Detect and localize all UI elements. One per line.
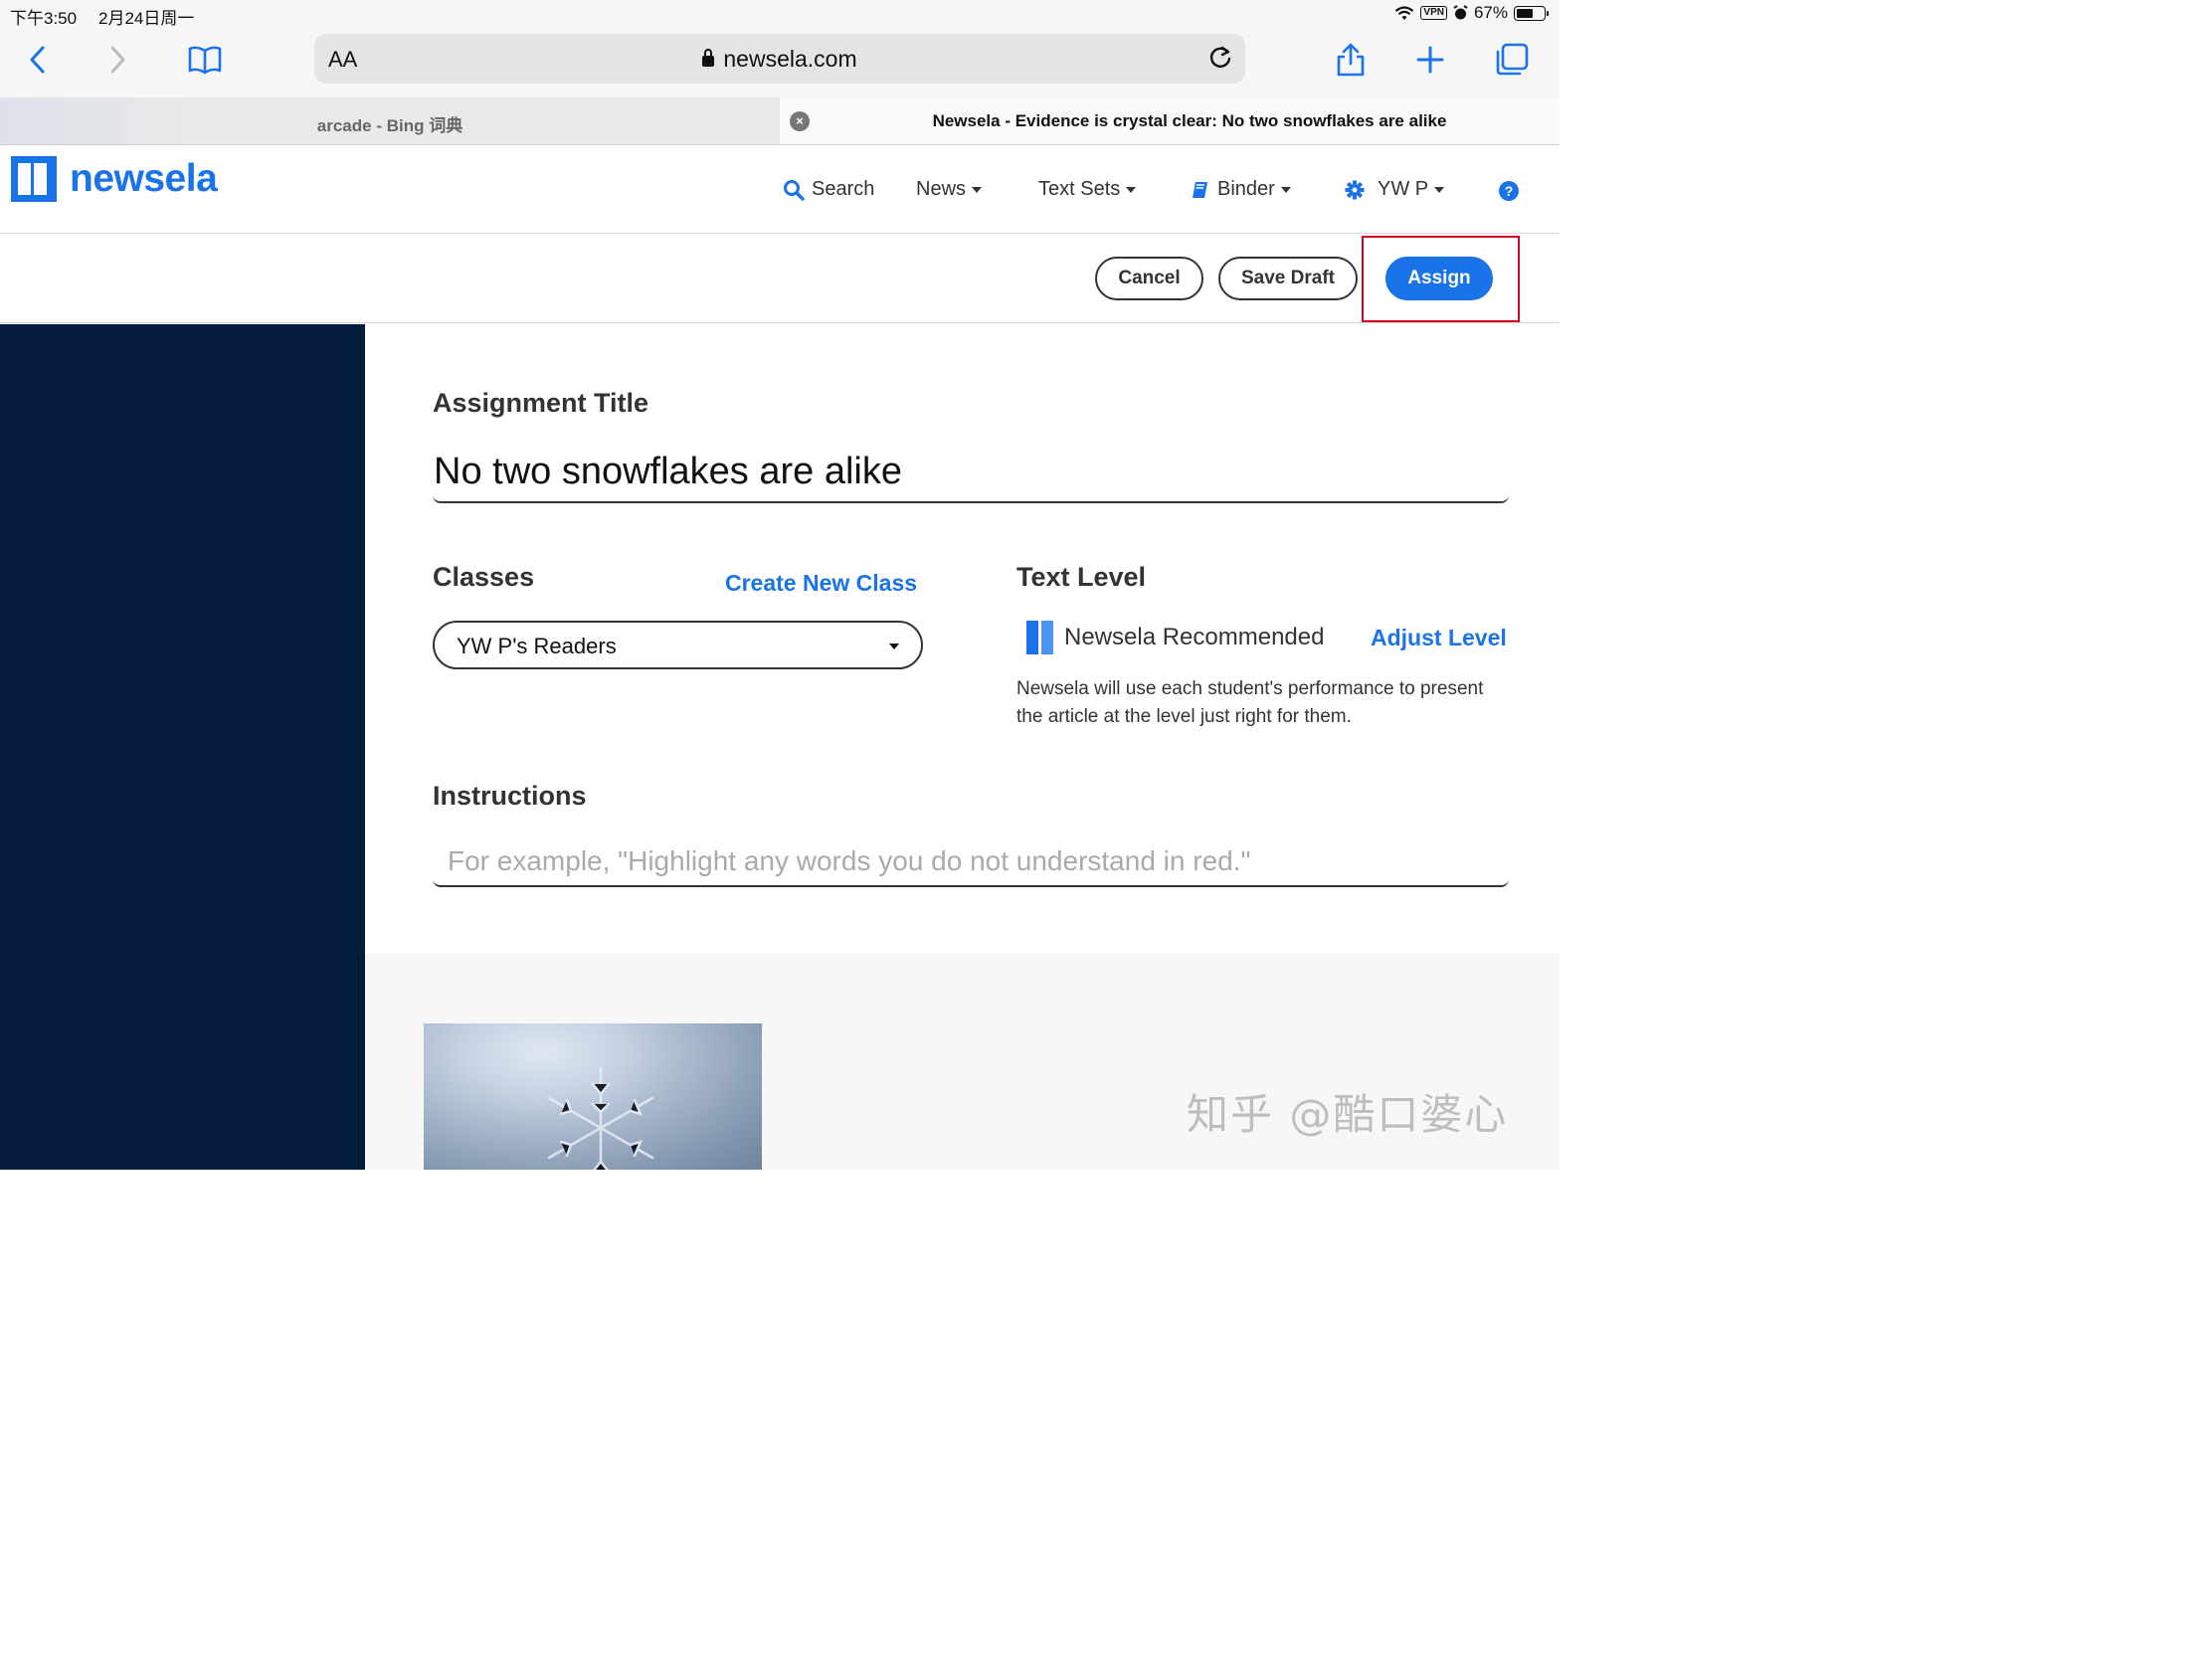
class-select[interactable]: YW P's Readers	[433, 621, 923, 669]
tab-bar: arcade - Bing 词典 × Newsela - Evidence is…	[0, 97, 1560, 145]
dropdown-arrow-icon	[889, 644, 899, 649]
logo-text: newsela	[70, 157, 218, 200]
tab-newsela[interactable]: × Newsela - Evidence is crystal clear: N…	[780, 97, 1560, 144]
tab-title: arcade - Bing 词典	[316, 116, 463, 135]
status-date: 2月24日周一	[98, 9, 195, 28]
nav-user-label: YW P	[1378, 178, 1429, 200]
text-level-description: Newsela will use each student's performa…	[1016, 678, 1484, 727]
classes-label: Classes	[433, 562, 535, 592]
url-text: newsela.com	[723, 46, 857, 72]
nav-text-sets[interactable]: Text Sets	[1038, 178, 1137, 201]
sidebar-panel	[0, 324, 365, 1170]
article-thumbnail[interactable]	[424, 1023, 762, 1170]
caret-down-icon	[1280, 186, 1291, 193]
caret-down-icon	[1126, 186, 1137, 193]
reload-icon[interactable]	[1205, 44, 1235, 74]
nav-binder-label: Binder	[1217, 178, 1275, 200]
status-bar: 下午3:50 2月24日周一 VPN 67%	[0, 0, 1560, 28]
binder-icon	[1193, 181, 1207, 198]
search-icon	[784, 179, 805, 201]
alarm-icon	[1453, 5, 1468, 20]
newsela-recommended-icon	[1026, 621, 1054, 654]
instructions-input[interactable]: For example, "Highlight any words you do…	[433, 838, 1509, 887]
bookmarks-icon[interactable]	[185, 40, 225, 80]
caret-down-icon	[972, 186, 983, 193]
adjust-level-link[interactable]: Adjust Level	[1371, 625, 1507, 651]
tab-bing[interactable]: arcade - Bing 词典	[0, 97, 780, 144]
assign-highlight-box	[1362, 236, 1520, 322]
article-preview-area: 知乎 @酷口婆心	[365, 954, 1560, 1170]
action-bar: Cancel Save Draft Assign	[0, 234, 1560, 323]
instructions-label: Instructions	[433, 781, 587, 811]
back-icon[interactable]	[18, 40, 58, 80]
watermark-text: 知乎 @酷口婆心	[1187, 1090, 1509, 1139]
newsela-logo[interactable]: newsela	[11, 156, 218, 202]
newsela-logo-icon	[11, 156, 57, 202]
url-display[interactable]: newsela.com	[314, 46, 1245, 73]
new-tab-icon[interactable]	[1410, 40, 1450, 80]
screen: 下午3:50 2月24日周一 VPN 67% AA newsela.com ar…	[0, 0, 1560, 1170]
battery-percent: 67%	[1473, 3, 1508, 22]
cancel-button[interactable]: Cancel	[1095, 257, 1203, 300]
assignment-title-value: No two snowflakes are alike	[434, 451, 902, 492]
caret-down-icon	[1434, 186, 1445, 193]
tab-title: Newsela - Evidence is crystal clear: No …	[932, 111, 1447, 130]
help-icon[interactable]: ?	[1499, 181, 1519, 201]
gear-icon	[1345, 180, 1365, 199]
nav-news[interactable]: News	[916, 178, 983, 201]
nav-search[interactable]: Search	[783, 178, 874, 201]
url-bar[interactable]: AA newsela.com	[314, 34, 1245, 84]
instructions-placeholder: For example, "Highlight any words you do…	[448, 845, 1251, 876]
status-time: 下午3:50	[10, 9, 78, 28]
nav-binder[interactable]: Binder	[1191, 178, 1291, 201]
share-icon[interactable]	[1331, 40, 1371, 80]
tabs-icon[interactable]	[1492, 40, 1532, 80]
assignment-title-input[interactable]: No two snowflakes are alike	[433, 447, 1509, 503]
browser-toolbar: AA newsela.com	[0, 28, 1560, 97]
wifi-icon	[1395, 5, 1414, 20]
status-right: VPN 67%	[1394, 3, 1549, 23]
nav-user[interactable]: YW P	[1345, 178, 1445, 201]
battery-icon	[1514, 5, 1549, 21]
assignment-form: Assignment Title No two snowflakes are a…	[365, 324, 1560, 954]
battery-fill	[1517, 8, 1533, 18]
snowflake-image	[547, 1066, 654, 1170]
save-draft-button[interactable]: Save Draft	[1218, 257, 1358, 300]
vpn-badge: VPN	[1420, 6, 1447, 20]
text-level-value: Newsela Recommended	[1064, 624, 1325, 650]
class-select-value: YW P's Readers	[457, 634, 617, 658]
forward-icon[interactable]	[97, 40, 137, 80]
lock-icon	[702, 49, 715, 67]
create-new-class-link[interactable]: Create New Class	[725, 570, 917, 597]
nav-text-sets-label: Text Sets	[1038, 178, 1121, 200]
nav-news-label: News	[916, 178, 967, 200]
site-header: newsela Search News Text Sets Binder YW …	[0, 145, 1560, 234]
assignment-title-label: Assignment Title	[433, 388, 649, 418]
close-tab-icon[interactable]: ×	[790, 111, 810, 131]
text-level-label: Text Level	[1016, 562, 1147, 592]
nav-search-label: Search	[812, 178, 875, 200]
